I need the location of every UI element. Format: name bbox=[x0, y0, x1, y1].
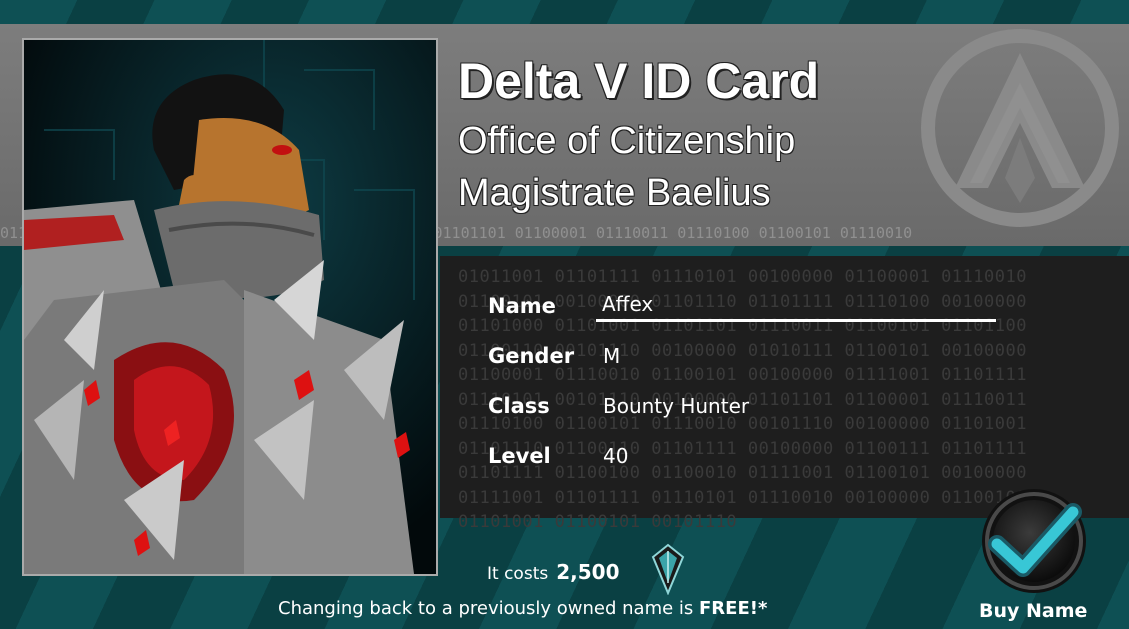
card-title: Delta V ID Card bbox=[458, 53, 820, 109]
buy-name-label[interactable]: Buy Name bbox=[979, 600, 1087, 622]
gender-value: M bbox=[603, 344, 621, 368]
name-label: Name bbox=[488, 294, 556, 318]
delta-v-emblem-icon bbox=[921, 29, 1119, 227]
office-title: Office of Citizenship bbox=[458, 120, 796, 162]
free-change-note: Changing back to a previously owned name… bbox=[278, 598, 767, 619]
buy-name-button[interactable] bbox=[979, 486, 1089, 596]
character-portrait bbox=[22, 38, 438, 576]
gem-currency-icon bbox=[651, 543, 685, 595]
cost-prefix: It costs bbox=[487, 564, 549, 584]
gender-label: Gender bbox=[488, 344, 575, 368]
name-input[interactable] bbox=[596, 288, 996, 322]
class-value: Bounty Hunter bbox=[603, 394, 750, 418]
portrait-art bbox=[24, 40, 436, 574]
class-label: Class bbox=[488, 394, 550, 418]
level-label: Level bbox=[488, 444, 551, 468]
note-free: FREE!* bbox=[699, 598, 768, 619]
note-text: Changing back to a previously owned name… bbox=[278, 598, 700, 619]
magistrate-name: Magistrate Baelius bbox=[458, 172, 771, 214]
level-value: 40 bbox=[603, 444, 629, 468]
cost-amount: 2,500 bbox=[556, 560, 620, 584]
cost-line: It costs 2,500 bbox=[487, 560, 619, 584]
